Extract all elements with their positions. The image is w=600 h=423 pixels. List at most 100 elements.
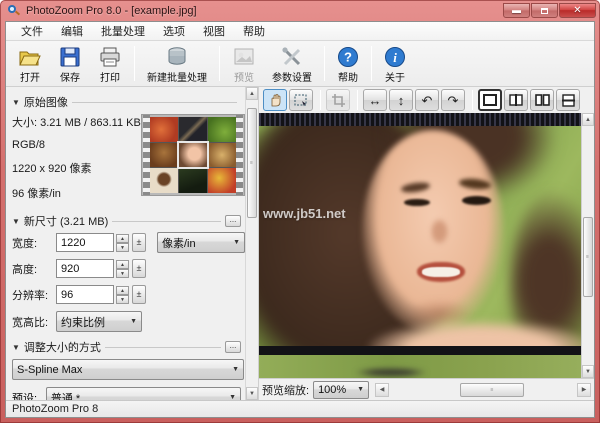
scroll-down-icon[interactable]: ▼ [246,387,258,400]
preset-label: 预设: [12,390,46,401]
menu-options[interactable]: 选项 [154,21,194,41]
toolbar-separator [134,46,135,81]
resolution-input[interactable] [56,285,114,304]
minimize-button[interactable]: ▬ [503,3,530,18]
maximize-button[interactable] [531,3,558,18]
original-resolution: 96 像素/in [12,185,141,201]
original-section-title: 原始图像 [24,94,68,110]
rotate-left-button[interactable]: ↶ [415,89,439,111]
preview-zoom-label: 预览缩放: [262,382,309,398]
method-more-button[interactable]: ... [225,341,241,353]
preview-toolbar: ↔ ↕ ↶ ↷ [259,87,594,113]
batch-stack-icon [164,46,190,68]
method-section-title: 调整大小的方式 [24,339,101,355]
open-folder-icon [18,46,42,68]
dual-view-icon [535,94,550,106]
open-button[interactable]: 打开 [10,43,50,84]
watermark-text: www.jb51.net [263,206,346,221]
chevron-down-icon: ▼ [227,239,240,246]
thumbnail-filmstrip [141,114,245,196]
method-section-header[interactable]: ▼ 调整大小的方式 ... [12,339,241,355]
menu-batch[interactable]: 批量处理 [92,21,154,41]
stepper-down-icon: ▼ [116,243,129,252]
algorithm-dropdown[interactable]: S-Spline Max ▼ [12,359,244,380]
resolution-stepper[interactable]: ▲▼ [116,286,129,304]
original-section-header[interactable]: ▼ 原始图像 [12,94,241,110]
close-button[interactable]: ✕ [559,3,596,18]
thumb-pan [208,117,236,142]
new-size-section-header[interactable]: ▼ 新尺寸 (3.21 MB) ... [12,213,241,229]
window-title: PhotoZoom Pro 8.0 - [example.jpg] [26,5,197,17]
width-stepper[interactable]: ▲▼ [116,234,129,252]
menu-edit[interactable]: 编辑 [52,21,92,41]
settings-panel-scrollbar[interactable]: ▲ ≡ ▼ [245,87,258,400]
help-question-icon: ? [337,46,359,68]
new-batch-button[interactable]: 新建批量处理 [139,43,215,84]
scroll-up-icon[interactable]: ▲ [582,113,594,126]
menu-help[interactable]: 帮助 [234,21,274,41]
single-view-button[interactable] [478,89,502,111]
width-plusminus-button[interactable]: ± [132,233,146,252]
scroll-up-icon[interactable]: ▲ [246,87,258,100]
height-input[interactable] [56,259,114,278]
menu-bar: 文件 编辑 批量处理 选项 视图 帮助 [6,22,594,41]
preview-zoom-dropdown[interactable]: 100% ▼ [313,381,369,399]
scrollbar-thumb[interactable]: ≡ [583,217,593,297]
chevron-down-icon: ▼ [351,386,364,393]
about-button[interactable]: i 关于 [376,43,414,84]
preview-image-icon [232,46,256,68]
menu-view[interactable]: 视图 [194,21,234,41]
resolution-label: 分辨率: [12,287,56,303]
scroll-down-icon[interactable]: ▼ [582,365,594,378]
print-button[interactable]: 打印 [90,43,130,84]
resolution-plusminus-button[interactable]: ± [132,285,146,304]
preset-dropdown[interactable]: 普通 * ▼ [46,387,241,400]
flip-horizontal-button[interactable]: ↔ [363,89,387,111]
chevron-down-icon: ▼ [223,394,236,400]
flip-horizontal-icon: ↔ [369,94,382,107]
height-plusminus-button[interactable]: ± [132,259,146,278]
split-horizontal-view-button[interactable] [556,89,580,111]
height-stepper[interactable]: ▲▼ [116,260,129,278]
preview-horizontal-scrollbar[interactable]: ◀ ≡ ▶ [375,383,591,397]
rotate-right-icon: ↷ [448,94,459,107]
hand-tool-button[interactable] [263,89,287,111]
app-window: PhotoZoom Pro 8.0 - [example.jpg] ▬ ✕ 文件… [0,0,600,423]
settings-button[interactable]: 参数设置 [264,43,320,84]
scroll-left-icon[interactable]: ◀ [375,383,389,397]
scroll-right-icon[interactable]: ▶ [577,383,591,397]
rotate-right-button[interactable]: ↷ [441,89,465,111]
thumb-fruit [208,168,236,193]
split-vertical-view-button[interactable] [504,89,528,111]
preview-canvas[interactable]: www.jb51.net [259,113,581,378]
width-input[interactable] [56,233,114,252]
scrollbar-thumb[interactable]: ≡ [247,108,257,218]
preview-photo[interactable]: www.jb51.net [259,126,581,346]
scrollbar-thumb[interactable]: ≡ [460,383,524,397]
menu-file[interactable]: 文件 [12,21,52,41]
stepper-up-icon: ▲ [116,260,129,269]
aspect-ratio-dropdown[interactable]: 约束比例 ▼ [56,311,142,332]
app-icon [7,4,21,17]
hand-icon [268,93,282,107]
thumb-portrait-selected[interactable] [179,143,207,168]
rotate-left-icon: ↶ [422,94,433,107]
single-view-icon [483,94,497,106]
crop-icon [332,94,345,107]
save-button[interactable]: 保存 [50,43,90,84]
preview-vertical-scrollbar[interactable]: ▲ ≡ ▼ [581,113,594,378]
svg-text:?: ? [344,50,352,65]
original-dimensions: 1220 x 920 像素 [12,160,141,176]
resolution-unit-dropdown[interactable]: 像素/in ▼ [157,232,245,253]
toolbar-separator [324,46,325,81]
new-size-more-button[interactable]: ... [225,215,241,227]
flip-vertical-button[interactable]: ↕ [389,89,413,111]
chevron-down-icon: ▼ [226,366,239,373]
dual-view-button[interactable] [530,89,554,111]
collapse-triangle-icon: ▼ [12,217,20,226]
title-bar: PhotoZoom Pro 8.0 - [example.jpg] ▬ ✕ [0,0,600,21]
help-button[interactable]: ? 帮助 [329,43,367,84]
stepper-up-icon: ▲ [116,286,129,295]
status-text: PhotoZoom Pro 8 [12,403,98,415]
marquee-tool-button[interactable] [289,89,313,111]
